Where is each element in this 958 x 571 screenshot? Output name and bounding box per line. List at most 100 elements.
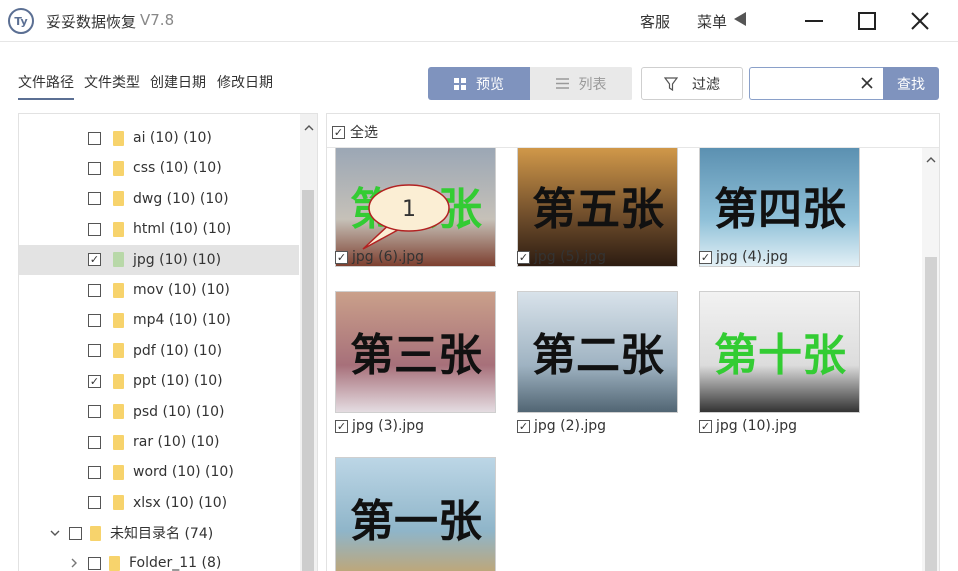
filter-icon bbox=[664, 76, 678, 91]
checkbox[interactable] bbox=[69, 526, 82, 540]
select-all-label: 全选 bbox=[350, 125, 378, 141]
thumbnail-checkbox[interactable]: ✓ bbox=[335, 419, 348, 433]
checkbox[interactable] bbox=[88, 313, 101, 327]
chevron-down-icon[interactable] bbox=[50, 528, 60, 538]
folder-icon bbox=[113, 404, 124, 420]
preview-panel: ✓ 全选 第六张✓jpg (6).jpg第五张✓jpg (5).jpg第四张✓j… bbox=[326, 113, 940, 571]
tree-item[interactable]: rar (10) (10) bbox=[19, 427, 299, 457]
chevron-right-icon[interactable] bbox=[69, 558, 79, 568]
checkbox[interactable] bbox=[88, 556, 101, 570]
filter-label: 过滤 bbox=[692, 76, 720, 93]
checkbox[interactable] bbox=[88, 405, 101, 419]
tree-item-label: css (10) (10) bbox=[133, 160, 222, 177]
folder-icon bbox=[113, 160, 124, 176]
tree-item-folder-11[interactable]: Folder_11 (8) bbox=[19, 548, 299, 571]
thumbnail-grid: 第六张✓jpg (6).jpg第五张✓jpg (5).jpg第四张✓jpg (4… bbox=[327, 148, 922, 571]
thumbnail-image[interactable]: 第一张 bbox=[335, 457, 496, 571]
thumbnail-checkbox[interactable]: ✓ bbox=[699, 419, 712, 433]
folder-icon bbox=[113, 221, 124, 237]
minimize-button[interactable] bbox=[800, 8, 828, 34]
tree-item[interactable]: psd (10) (10) bbox=[19, 397, 299, 427]
thumbnail-image[interactable]: 第十张 bbox=[699, 291, 860, 413]
tree-item[interactable]: dwg (10) (10) bbox=[19, 184, 299, 214]
checkbox[interactable] bbox=[88, 131, 101, 145]
checkbox[interactable] bbox=[88, 465, 101, 479]
folder-icon bbox=[113, 191, 124, 207]
thumbnail-filename: jpg (3).jpg bbox=[352, 418, 425, 434]
select-all-checkbox[interactable]: ✓ bbox=[332, 125, 345, 139]
checkbox[interactable] bbox=[88, 283, 101, 297]
checkbox[interactable] bbox=[88, 344, 101, 358]
checkbox[interactable] bbox=[88, 435, 101, 449]
preview-view-button[interactable]: 预览 bbox=[428, 67, 530, 100]
tab-modified-date[interactable]: 修改日期 bbox=[217, 72, 273, 92]
thumbnail-checkbox[interactable]: ✓ bbox=[699, 250, 712, 264]
tree-item[interactable]: ✓ ppt (10) (10) bbox=[19, 366, 299, 396]
search-clear-button[interactable] bbox=[857, 73, 877, 93]
app-title: 妥妥数据恢复 bbox=[46, 13, 137, 31]
folder-icon bbox=[113, 434, 124, 450]
thumbnail-checkbox[interactable]: ✓ bbox=[335, 250, 348, 264]
tree-item[interactable]: pdf (10) (10) bbox=[19, 336, 299, 366]
callout-number: 1 bbox=[402, 197, 416, 222]
menu-arrow-icon[interactable] bbox=[734, 12, 746, 26]
tree-item[interactable]: word (10) (10) bbox=[19, 457, 299, 487]
menu-button[interactable]: 菜单 bbox=[697, 11, 727, 32]
close-icon bbox=[911, 12, 929, 30]
tree-item-label: jpg (10) (10) bbox=[133, 251, 222, 268]
checkbox[interactable] bbox=[88, 192, 101, 206]
minimize-icon bbox=[805, 20, 823, 22]
thumbnail-caption[interactable]: ✓ jpg (4).jpg bbox=[699, 247, 788, 267]
list-view-button[interactable]: 列表 bbox=[530, 67, 632, 100]
thumbnail-image[interactable]: 第二张 bbox=[517, 291, 678, 413]
scroll-up-icon[interactable] bbox=[925, 154, 936, 164]
thumbnail-overlay-text: 第二张 bbox=[532, 330, 664, 381]
checkbox[interactable] bbox=[88, 161, 101, 175]
checkbox[interactable] bbox=[88, 496, 101, 510]
tab-file-path[interactable]: 文件路径 bbox=[18, 72, 74, 100]
thumbnail-overlay-text: 第五张 bbox=[532, 184, 664, 235]
thumbnail-caption[interactable]: ✓ jpg (3).jpg bbox=[335, 416, 424, 436]
tree-item[interactable]: ai (10) (10) bbox=[19, 123, 299, 153]
checkbox[interactable]: ✓ bbox=[88, 253, 101, 267]
tree-item[interactable]: xlsx (10) (10) bbox=[19, 488, 299, 518]
search-input[interactable] bbox=[750, 68, 850, 99]
list-icon bbox=[555, 78, 569, 89]
thumbnail-filename: jpg (5).jpg bbox=[534, 249, 607, 265]
tree-scrollbar-thumb[interactable] bbox=[302, 190, 314, 571]
folder-icon bbox=[113, 495, 124, 511]
scroll-up-icon[interactable] bbox=[303, 122, 314, 132]
thumbnail-checkbox[interactable]: ✓ bbox=[517, 250, 530, 264]
preview-view-label: 预览 bbox=[476, 76, 504, 93]
thumbnail-checkbox[interactable]: ✓ bbox=[517, 419, 530, 433]
thumbnail-filename: jpg (10).jpg bbox=[716, 418, 797, 434]
filter-button[interactable]: 过滤 bbox=[641, 67, 743, 100]
tree-item[interactable]: ✓ jpg (10) (10) bbox=[19, 244, 299, 275]
thumbnail-image[interactable]: 第三张 bbox=[335, 291, 496, 413]
list-view-label: 列表 bbox=[578, 76, 607, 93]
tree-item[interactable]: css (10) (10) bbox=[19, 153, 299, 183]
checkbox[interactable]: ✓ bbox=[88, 374, 101, 388]
thumbnail-filename: jpg (2).jpg bbox=[534, 418, 607, 434]
thumbnail-caption[interactable]: ✓ jpg (2).jpg bbox=[517, 416, 606, 436]
folder-tree: ai (10) (10) css (10) (10) dwg (10) (10) ht… bbox=[18, 113, 318, 571]
tree-item[interactable]: mov (10) (10) bbox=[19, 275, 299, 305]
search-button[interactable]: 查找 bbox=[883, 67, 939, 100]
tree-item[interactable]: mp4 (10) (10) bbox=[19, 305, 299, 335]
clear-icon bbox=[861, 77, 873, 89]
tree-item-unknown-dir[interactable]: 未知目录名 (74) bbox=[19, 518, 299, 548]
tab-created-date[interactable]: 创建日期 bbox=[150, 72, 206, 92]
tree-item-label: pdf (10) (10) bbox=[133, 342, 223, 359]
tab-file-type[interactable]: 文件类型 bbox=[84, 72, 140, 92]
customer-service-button[interactable]: 客服 bbox=[640, 11, 670, 32]
preview-scrollbar-thumb[interactable] bbox=[925, 257, 937, 571]
tree-item-label: rar (10) (10) bbox=[133, 434, 220, 450]
tree-item[interactable]: html (10) (10) bbox=[19, 214, 299, 244]
checkbox[interactable] bbox=[88, 222, 101, 236]
thumbnail-caption[interactable]: ✓ jpg (10).jpg bbox=[699, 416, 797, 436]
close-window-button[interactable] bbox=[906, 8, 934, 34]
select-all[interactable]: ✓ 全选 bbox=[332, 122, 378, 142]
thumbnail-caption[interactable]: ✓ jpg (5).jpg bbox=[517, 247, 606, 267]
maximize-button[interactable] bbox=[853, 8, 881, 34]
tree-item-label: xlsx (10) (10) bbox=[133, 494, 228, 511]
